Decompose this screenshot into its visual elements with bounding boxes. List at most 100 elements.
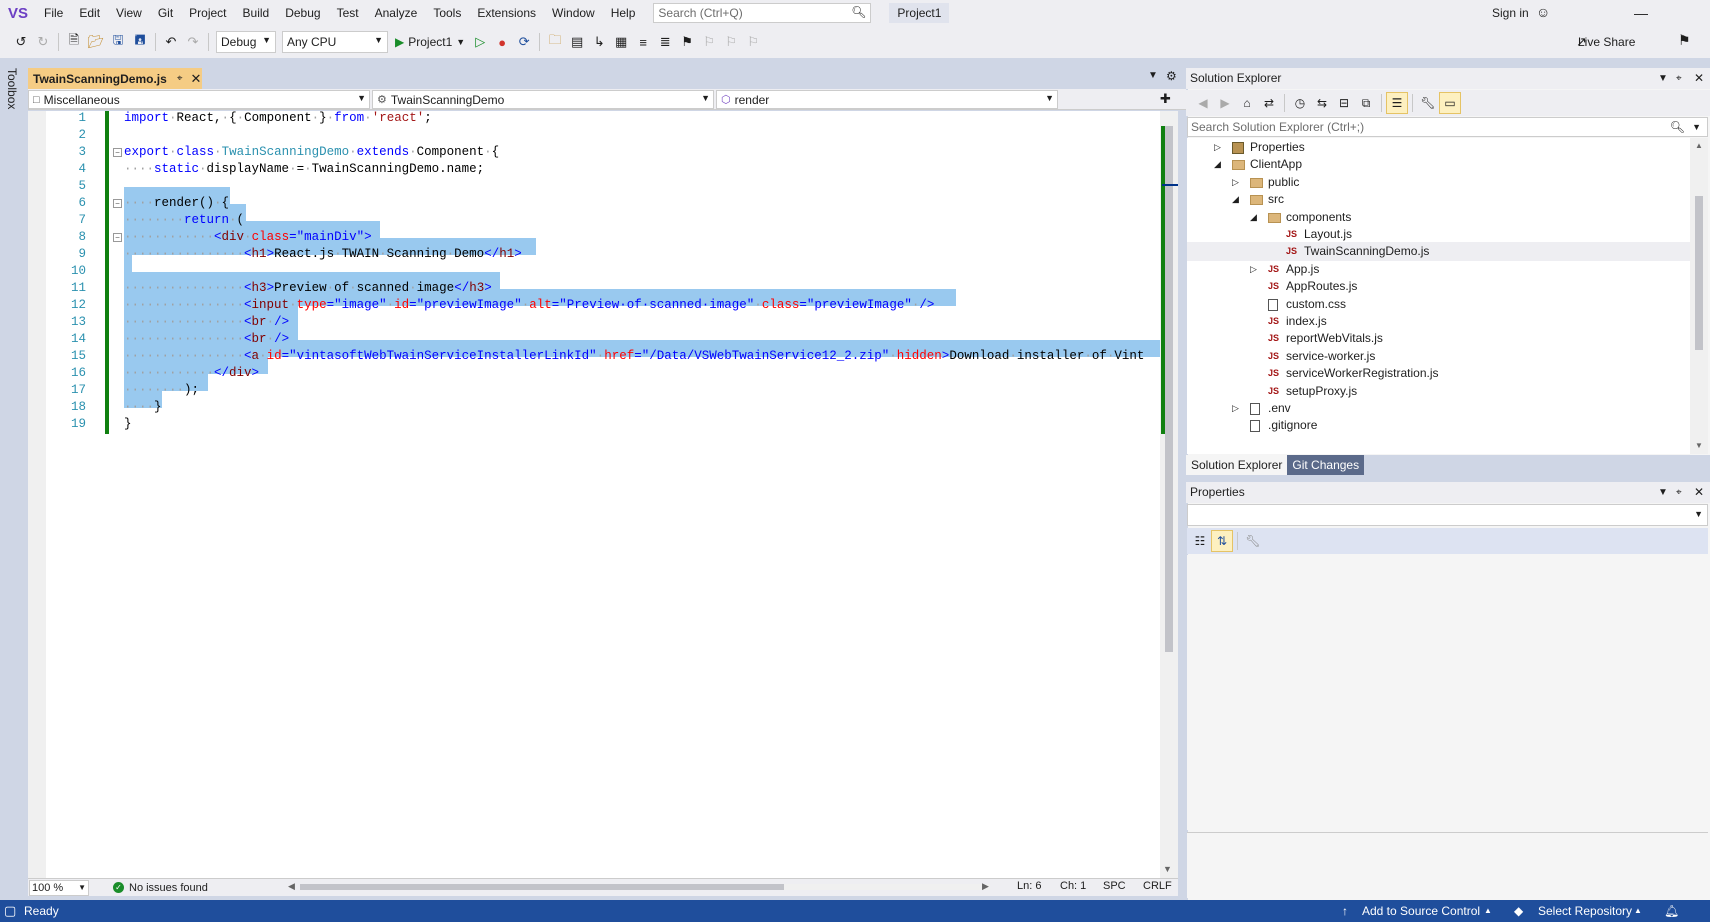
select-repository-button[interactable]: Select Repository [1538, 900, 1632, 922]
menu-edit[interactable]: Edit [71, 0, 108, 26]
account-icon[interactable]: ☺ [1536, 4, 1550, 20]
comment-lines-icon[interactable]: ≡ [632, 31, 654, 53]
menu-debug[interactable]: Debug [277, 0, 328, 26]
view-hierarchy-icon[interactable]: ☰ [1386, 92, 1408, 114]
collapse-region-icon[interactable]: − [113, 148, 122, 157]
start-debugging-button[interactable]: ▶ Project1 ▼ [391, 35, 469, 49]
browse-folder-icon[interactable]: 🗀 [544, 31, 566, 53]
format-document-icon[interactable]: ▦ [610, 31, 632, 53]
menu-help[interactable]: Help [603, 0, 644, 26]
tree-item[interactable]: JS TwainScanningDemo.js [1187, 242, 1690, 262]
redo-icon[interactable]: ↷ [182, 31, 204, 53]
horizontal-scrollbar-thumb[interactable] [300, 884, 784, 890]
close-icon[interactable]: ✕ [190, 71, 201, 87]
menu-tools[interactable]: Tools [425, 0, 469, 26]
tree-item[interactable]: ◢ src [1187, 190, 1690, 209]
navigate-back-icon[interactable]: ↺ [10, 31, 32, 53]
line-indicator[interactable]: Ln: 6 [1017, 880, 1041, 892]
save-icon[interactable]: 🖫 [107, 31, 129, 53]
refresh-icon[interactable]: ⟳ [513, 31, 535, 53]
tree-item[interactable]: JS AppRoutes.js [1187, 277, 1690, 296]
pin-icon[interactable]: ⌖ [1676, 68, 1682, 89]
collapse-arrow-icon[interactable]: ◢ [1250, 208, 1257, 227]
tree-item[interactable]: JS index.js [1187, 312, 1690, 331]
expand-arrow-icon[interactable]: ▷ [1214, 138, 1221, 157]
pending-changes-filter-icon[interactable]: ◷ [1289, 92, 1311, 114]
tree-item[interactable]: ◢ components [1187, 208, 1690, 227]
issues-indicator[interactable]: ✓ No issues found [113, 882, 208, 894]
collapse-arrow-icon[interactable]: ◢ [1214, 155, 1221, 174]
whitespace-mode-indicator[interactable]: SPC [1103, 880, 1126, 892]
open-file-icon[interactable]: 📂︎ [85, 31, 107, 53]
expand-arrow-icon[interactable]: ▷ [1232, 399, 1239, 418]
notifications-bell-icon[interactable]: 🔔︎ [1664, 900, 1679, 922]
pin-icon[interactable]: ⌖ [1676, 482, 1682, 503]
sync-with-active-document-icon[interactable]: ⇆ [1311, 92, 1333, 114]
window-layout-icon[interactable]: ▤ [566, 31, 588, 53]
menu-project[interactable]: Project [181, 0, 234, 26]
save-all-icon[interactable]: 🖪 [129, 31, 151, 53]
pin-icon[interactable]: ⌖ [177, 73, 183, 84]
uncomment-lines-icon[interactable]: ≣ [654, 31, 676, 53]
menu-git[interactable]: Git [150, 0, 181, 26]
tree-item[interactable]: ▷ Properties [1187, 138, 1690, 157]
menu-test[interactable]: Test [329, 0, 367, 26]
menu-extensions[interactable]: Extensions [469, 0, 544, 26]
split-window-icon[interactable]: ✚ [1160, 91, 1171, 107]
window-menu-icon[interactable]: ▼ [1658, 482, 1668, 503]
tree-item[interactable]: JS reportWebVitals.js [1187, 329, 1690, 348]
tree-item[interactable]: ▷ public [1187, 173, 1690, 192]
show-all-files-icon[interactable]: ⧉ [1355, 92, 1377, 114]
expand-arrow-icon[interactable]: ▷ [1250, 260, 1257, 279]
properties-object-select[interactable]: ▼ [1187, 504, 1708, 526]
feedback-icon[interactable]: ⚑ [1678, 32, 1691, 49]
scroll-right-icon[interactable]: ▶ [982, 881, 989, 892]
tree-item[interactable]: JS setupProxy.js [1187, 382, 1690, 401]
solution-explorer-search-input[interactable]: Search Solution Explorer (Ctrl+;) 🔍︎ ▼ [1187, 117, 1708, 137]
zoom-select[interactable]: 100 % ▼ [29, 879, 89, 896]
tab-git-changes[interactable]: Git Changes [1287, 455, 1365, 475]
type-scope-select[interactable]: ⚙ TwainScanningDemo ▼ [372, 90, 714, 109]
step-into-icon[interactable]: ↳ [588, 31, 610, 53]
menu-file[interactable]: File [36, 0, 71, 26]
start-without-debugging-icon[interactable]: ▷ [469, 31, 491, 53]
platform-select[interactable]: Any CPU ▼ [282, 31, 388, 53]
menu-build[interactable]: Build [235, 0, 278, 26]
collapse-arrow-icon[interactable]: ◢ [1232, 190, 1239, 209]
properties-wrench-icon[interactable]: 🔧︎ [1417, 92, 1439, 114]
property-pages-wrench-icon[interactable]: 🔧︎ [1242, 530, 1264, 552]
scroll-down-icon[interactable]: ▼ [1163, 864, 1172, 874]
collapse-region-icon[interactable]: − [113, 233, 122, 242]
project-scope-select[interactable]: □ Miscellaneous ▼ [28, 90, 370, 109]
solution-explorer-scrollbar-thumb[interactable] [1695, 196, 1703, 350]
scroll-up-icon[interactable]: ▲ [1695, 141, 1703, 150]
scroll-down-icon[interactable]: ▼ [1695, 441, 1703, 450]
tree-item[interactable]: JS Layout.js [1187, 225, 1690, 244]
configuration-select[interactable]: Debug ▼ [216, 31, 276, 53]
toolbox-tab[interactable]: Toolbox [5, 68, 19, 109]
gear-icon[interactable]: ⚙ [1166, 69, 1177, 83]
clear-bookmarks-icon[interactable]: ⚐ [742, 31, 764, 53]
hot-reload-icon[interactable]: ● [491, 31, 513, 53]
line-ending-indicator[interactable]: CRLF [1143, 880, 1172, 892]
forward-icon[interactable]: ▶ [1214, 92, 1236, 114]
home-icon[interactable]: ⌂ [1236, 92, 1258, 114]
window-menu-icon[interactable]: ▼ [1658, 68, 1668, 89]
alphabetical-sort-icon[interactable]: ⇅ [1211, 530, 1233, 552]
close-icon[interactable]: ✕ [1694, 482, 1704, 503]
tab-solution-explorer[interactable]: Solution Explorer [1186, 455, 1288, 475]
live-share-button[interactable]: Live Share [1578, 30, 1635, 54]
chevron-down-icon[interactable]: ▼ [1692, 118, 1701, 136]
close-icon[interactable]: ✕ [1694, 68, 1704, 89]
scroll-left-icon[interactable]: ◀ [288, 881, 295, 892]
tree-item[interactable]: ▷ .env [1187, 399, 1690, 418]
tree-item[interactable]: .gitignore [1187, 416, 1690, 435]
bookmark-icon[interactable]: ⚑ [676, 31, 698, 53]
switch-views-icon[interactable]: ⇄ [1258, 92, 1280, 114]
menu-view[interactable]: View [108, 0, 150, 26]
tab-list-dropdown-icon[interactable]: ▼ [1148, 70, 1158, 81]
categorized-icon[interactable]: ☷ [1189, 530, 1211, 552]
undo-icon[interactable]: ↶ [160, 31, 182, 53]
column-indicator[interactable]: Ch: 1 [1060, 880, 1086, 892]
editor-scrollbar-thumb[interactable] [1165, 126, 1173, 652]
